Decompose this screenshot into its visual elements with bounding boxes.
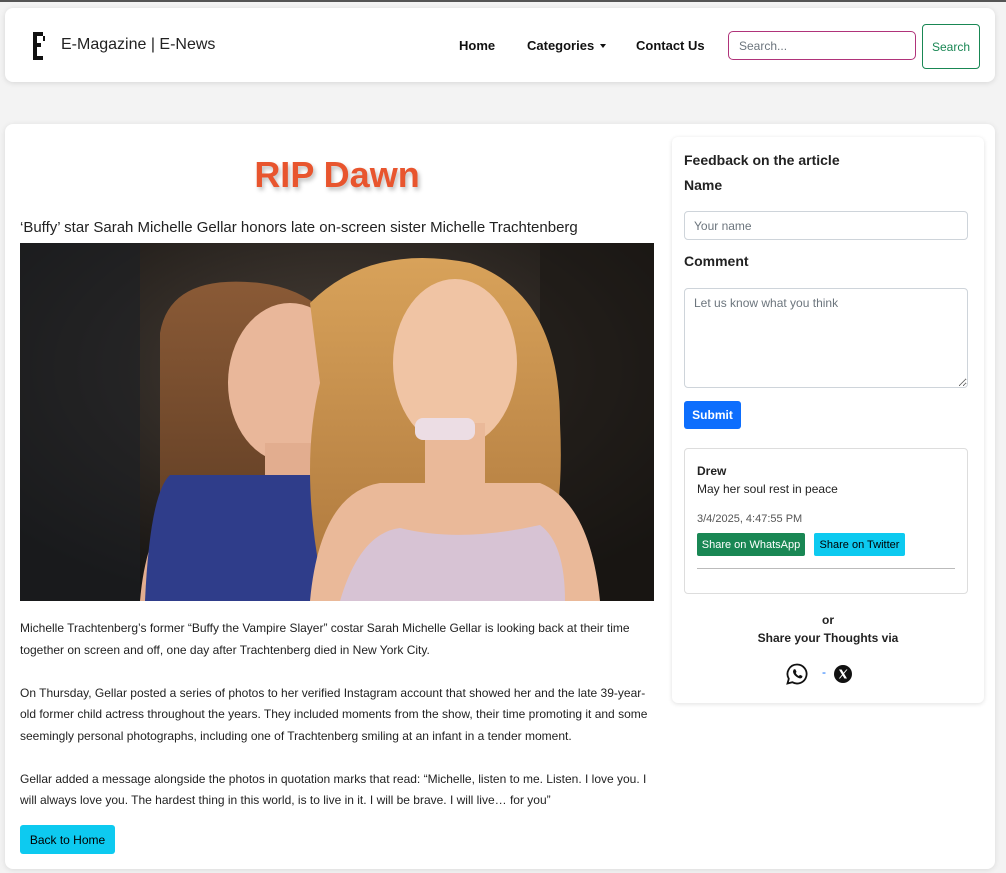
comment-card: Drew May her soul rest in peace 3/4/2025…	[684, 448, 968, 594]
comment-timestamp: 3/4/2025, 4:47:55 PM	[697, 513, 803, 525]
feedback-panel: Feedback on the article Name Comment Sub…	[672, 137, 984, 703]
article-photo	[20, 243, 654, 601]
nav-categories-dropdown[interactable]: Categories	[527, 38, 607, 53]
article-paragraph: Gellar added a message alongside the pho…	[20, 771, 647, 808]
search-input[interactable]	[728, 31, 916, 60]
comment-textarea[interactable]	[684, 288, 968, 388]
comment-label: Comment	[684, 253, 749, 269]
comment-divider	[697, 568, 955, 569]
nav-contact-link[interactable]: Contact Us	[636, 38, 705, 53]
name-input[interactable]	[684, 211, 968, 240]
main-content-card: RIP Dawn ‘Buffy’ star Sarah Michelle Gel…	[5, 124, 995, 869]
whatsapp-icon[interactable]	[785, 662, 809, 686]
feedback-heading: Feedback on the article	[684, 152, 840, 168]
e-logo-icon[interactable]	[31, 32, 47, 60]
caret-down-icon	[600, 44, 607, 48]
comment-text: May her soul rest in peace	[697, 482, 838, 496]
comment-author: Drew	[697, 464, 727, 478]
nav-home-link[interactable]: Home	[459, 38, 495, 53]
brand-name[interactable]: E-Magazine | E-News	[61, 36, 215, 54]
article-subtitle: ‘Buffy’ star Sarah Michelle Gellar honor…	[20, 219, 578, 236]
back-to-home-button[interactable]: Back to Home	[20, 825, 115, 854]
article-paragraph: On Thursday, Gellar posted a series of p…	[20, 685, 648, 743]
article-image	[20, 243, 654, 601]
share-thoughts-text: Share your Thoughts via	[757, 631, 899, 645]
share-twitter-button[interactable]: Share on Twitter	[814, 533, 905, 556]
share-separator: -	[822, 665, 826, 679]
search-button[interactable]: Search	[922, 24, 980, 69]
article-body: Michelle Trachtenberg’s former “Buffy th…	[20, 618, 654, 833]
submit-button[interactable]: Submit	[684, 401, 741, 429]
navbar: E-Magazine | E-News Home Categories Cont…	[5, 8, 995, 82]
or-text: or	[822, 613, 834, 627]
share-whatsapp-button[interactable]: Share on WhatsApp	[697, 533, 805, 556]
name-label: Name	[684, 177, 723, 193]
x-twitter-icon[interactable]	[834, 665, 852, 683]
nav-categories-label: Categories	[527, 38, 595, 53]
article-title: RIP Dawn	[254, 154, 420, 195]
article-paragraph: Michelle Trachtenberg’s former “Buffy th…	[20, 621, 630, 657]
